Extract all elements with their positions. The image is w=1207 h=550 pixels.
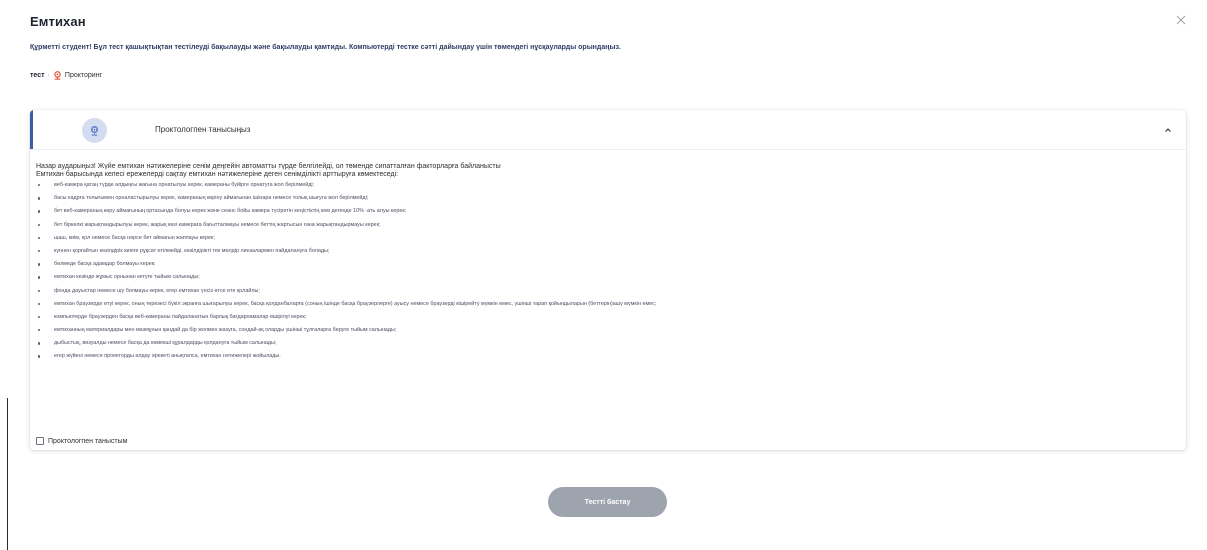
proctor-icon bbox=[54, 71, 61, 80]
bullet-dot bbox=[38, 263, 41, 266]
close-button[interactable] bbox=[1173, 12, 1189, 28]
panel-body: Назар аударыңыз! Жүйе емтихан нәтижелері… bbox=[36, 163, 1176, 367]
rule-item: егер жүйені немесе проекторды алдау әрек… bbox=[36, 353, 1176, 366]
bullet-dot bbox=[38, 249, 41, 253]
agree-checkbox-row[interactable]: Проктологпен таныстым bbox=[36, 437, 127, 445]
rule-item: емтиханның материалдары мен мазмұнын қан… bbox=[36, 327, 1176, 340]
chevron-up-icon[interactable] bbox=[1162, 124, 1174, 136]
warning-line-1: Назар аударыңыз! Жүйе емтихан нәтижелері… bbox=[36, 163, 501, 170]
panel-avatar bbox=[82, 118, 107, 143]
bullet-dot bbox=[38, 342, 41, 345]
bullet-dot bbox=[38, 197, 41, 200]
start-test-button[interactable]: Тестті бастау bbox=[548, 487, 667, 517]
intro-text: Құрметті студент! Бұл тест қашықтықтан т… bbox=[30, 44, 621, 51]
test-meta: тест · Прокторинг bbox=[30, 71, 102, 80]
rule-item: шаш, киім, қол немесе басқа нәрсе бет ай… bbox=[36, 235, 1176, 248]
meta-separator: · bbox=[47, 72, 50, 79]
bullet-dot bbox=[38, 329, 41, 332]
bullet-dot bbox=[38, 276, 41, 279]
rule-item: емтихан кезінде жұмыс орнынан кетуге тый… bbox=[36, 274, 1176, 287]
bullet-dot bbox=[38, 315, 41, 319]
warning-line-2: Емтихан барысында келесі ережелерді сақт… bbox=[36, 171, 399, 178]
rule-item: компьютерде браузерден басқа веб-камеран… bbox=[36, 314, 1176, 327]
rule-item: дыбыстық, визуалды немесе басқа да көмек… bbox=[36, 340, 1176, 353]
rule-item: басы кадрға толығымен орналастырылуы кер… bbox=[36, 195, 1176, 208]
agree-checkbox[interactable] bbox=[36, 437, 44, 445]
rule-item: бөлмеде басқа адамдар болмауы керек; bbox=[36, 261, 1176, 274]
agree-label: Проктологпен таныстым bbox=[48, 437, 128, 445]
bullet-dot bbox=[38, 289, 41, 292]
proctoring-label: Прокторинг bbox=[64, 72, 103, 79]
rule-item: емтихан браузерде өтуі керек, оның терез… bbox=[36, 301, 1176, 314]
webcam-icon bbox=[90, 125, 99, 136]
bullet-dot bbox=[38, 355, 41, 358]
bullet-dot bbox=[38, 236, 41, 240]
modal-title: Емтихан bbox=[30, 14, 86, 29]
rule-item: фонда дауыстар немесе шу болмауы керек, … bbox=[36, 288, 1176, 301]
test-label: тест bbox=[30, 72, 45, 79]
close-icon bbox=[1176, 15, 1186, 25]
modal-header: Емтихан bbox=[30, 14, 1189, 36]
rule-item: веб-камера қатаң түрде алдыңғы жағына ор… bbox=[36, 182, 1176, 195]
bullet-dot bbox=[38, 210, 41, 213]
panel-accent-bar bbox=[30, 110, 33, 149]
left-edge-rule bbox=[7, 398, 8, 550]
rule-item: күннен қорғайтын көзілдірік киюге рұқсат… bbox=[36, 248, 1176, 261]
bullet-dot bbox=[38, 184, 41, 187]
panel-header[interactable]: Проктологпен танысыңыз bbox=[30, 110, 1186, 150]
panel-title: Проктологпен танысыңыз bbox=[155, 125, 251, 134]
rule-item: бет біркелкі жарықтандырылуы керек, жары… bbox=[36, 222, 1176, 235]
proctoring-panel: Проктологпен танысыңыз Назар аударыңыз! … bbox=[30, 110, 1186, 450]
bullet-dot bbox=[38, 302, 41, 306]
bullet-dot bbox=[38, 223, 41, 226]
rule-item: бет веб-камераның көру аймағының ортасын… bbox=[36, 208, 1176, 221]
rules-list: веб-камера қатаң түрде алдыңғы жағына ор… bbox=[36, 182, 1176, 367]
